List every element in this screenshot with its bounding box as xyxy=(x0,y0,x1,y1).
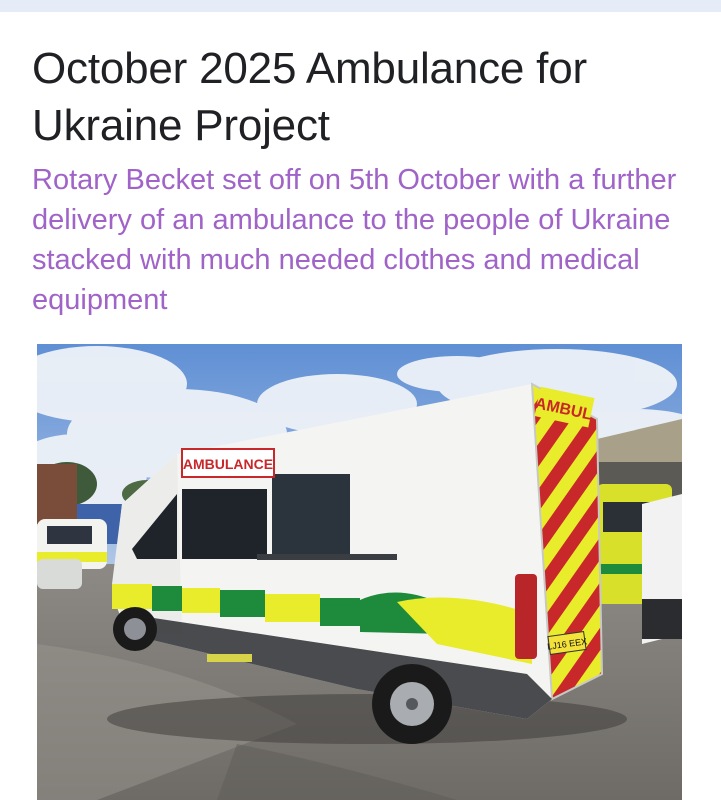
page-title: October 2025 Ambulance for Ukraine Proje… xyxy=(32,44,587,150)
browser-top-strip xyxy=(0,0,721,12)
ambulance-photo: AMBULANCE AMBUL LJ16 EEX xyxy=(37,344,682,800)
front-wheel xyxy=(113,607,157,651)
article-header: October 2025 Ambulance for Ukraine Proje… xyxy=(32,40,692,320)
article-subtitle: Rotary Becket set off on 5th October wit… xyxy=(32,164,677,316)
rear-wheel xyxy=(372,664,452,744)
side-ambulance-label: AMBULANCE xyxy=(183,456,273,472)
